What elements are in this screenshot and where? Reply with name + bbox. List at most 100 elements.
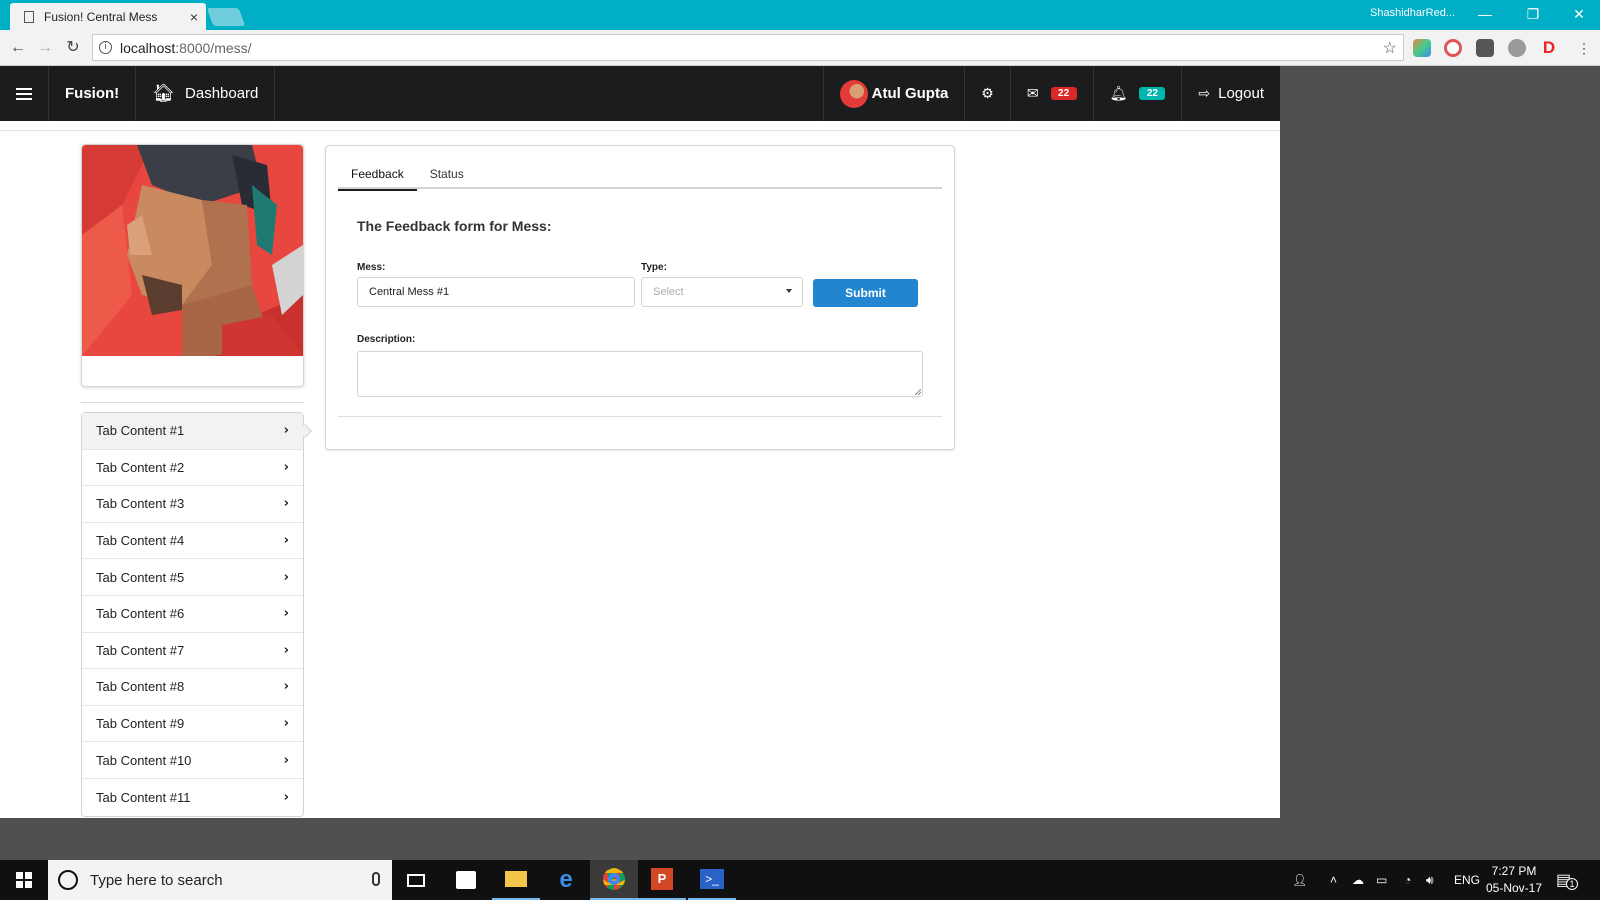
close-window-button[interactable]: ✕ (1564, 4, 1594, 24)
extension-keyhole-icon[interactable] (1476, 39, 1494, 57)
chevron-right-icon: › (283, 496, 289, 512)
resize-handle-icon[interactable] (915, 389, 921, 395)
action-center-icon: ▤ 1 (1556, 870, 1578, 890)
sidebar-item[interactable]: Tab Content #7 › (82, 633, 303, 670)
chevron-right-icon: › (283, 679, 289, 695)
header-divider (0, 130, 1280, 131)
edge-app[interactable]: e (542, 860, 590, 900)
submit-button[interactable]: Submit (813, 279, 918, 307)
sidebar-item[interactable]: Tab Content #2 › (82, 450, 303, 487)
tab-close-icon[interactable]: × (190, 9, 198, 25)
user-name: Atul Gupta (871, 85, 949, 102)
powerpoint-app[interactable]: P (638, 860, 686, 900)
sidebar-item-label: Tab Content #7 (96, 642, 185, 658)
bell-icon: 🔔︎ (1109, 85, 1128, 101)
notifications-link[interactable]: 🔔︎ 22 (1092, 66, 1182, 121)
tab-feedback[interactable]: Feedback (338, 159, 417, 191)
envelope-icon: ✉ (1026, 85, 1039, 101)
type-select[interactable]: Select (641, 277, 803, 307)
task-view-icon (407, 873, 425, 887)
address-bar[interactable]: i localhost:8000/mess/ ☆ (92, 34, 1404, 61)
avatar (839, 79, 868, 108)
back-arrow-icon[interactable]: ← (8, 38, 28, 58)
extension-heart-icon[interactable] (1413, 39, 1431, 57)
action-center-button[interactable]: ▤ 1 (1556, 860, 1578, 900)
sidebar-item-label: Tab Content #2 (96, 459, 185, 475)
sidebar-item[interactable]: Tab Content #5 › (82, 559, 303, 596)
chevron-right-icon: › (283, 459, 289, 475)
cortana-icon (58, 870, 78, 890)
task-view-button[interactable] (392, 860, 440, 900)
battery-icon[interactable]: ▭ (1376, 860, 1387, 900)
tab-status[interactable]: Status (417, 159, 477, 189)
wifi-icon[interactable]: ◔ (1404, 860, 1411, 900)
forward-arrow-icon[interactable]: → (35, 38, 55, 58)
taskbar-search[interactable]: Type here to search (48, 860, 392, 900)
search-placeholder: Type here to search (90, 871, 223, 889)
powershell-app[interactable]: >_ (688, 860, 736, 900)
messages-link[interactable]: ✉ 22 (1009, 66, 1093, 121)
sidebar-item[interactable]: Tab Content #3 › (82, 486, 303, 523)
clock[interactable]: 7:27 PM 05-Nov-17 (1484, 863, 1544, 897)
description-label: Description: (357, 334, 416, 345)
volume-icon[interactable]: 🔊︎ (1426, 860, 1434, 900)
chevron-up-icon[interactable]: ˄ (1330, 860, 1337, 900)
chevron-right-icon: › (283, 716, 289, 732)
dropdown-caret-icon (786, 289, 792, 293)
sign-out-icon: ⇨ (1198, 85, 1211, 101)
sidebar-item-label: Tab Content #10 (96, 752, 192, 768)
chevron-right-icon: › (283, 423, 289, 439)
store-app[interactable] (442, 860, 490, 900)
url-host: localhost (120, 39, 176, 56)
form-title: The Feedback form for Mess: (357, 218, 552, 234)
description-textarea[interactable] (357, 351, 923, 397)
restore-button[interactable]: ❐ (1518, 4, 1548, 24)
profile-picture (82, 145, 303, 356)
minimize-button[interactable]: — (1470, 4, 1500, 24)
store-icon (456, 871, 476, 889)
sidebar-item-label: Tab Content #11 (96, 789, 191, 805)
reload-icon[interactable]: ↻ (63, 38, 83, 58)
chrome-icon (603, 868, 625, 890)
browser-menu-icon[interactable]: ⋮ (1574, 38, 1594, 58)
sidebar-item-label: Tab Content #6 (96, 606, 185, 622)
people-icon[interactable]: 👤︎ (1292, 860, 1307, 900)
sidebar-item[interactable]: Tab Content #8 › (82, 669, 303, 706)
chevron-right-icon: › (283, 606, 289, 622)
start-button[interactable] (0, 860, 48, 900)
new-tab-button[interactable] (206, 8, 246, 26)
user-profile-link[interactable]: Atul Gupta (822, 66, 965, 121)
chevron-right-icon: › (283, 533, 289, 549)
clock-date: 05-Nov-17 (1485, 881, 1543, 895)
sidebar-item[interactable]: Tab Content #10 › (82, 742, 303, 779)
gears-icon: ⚙ (981, 85, 994, 101)
dashboard-link[interactable]: 🏠︎ Dashboard (136, 66, 276, 121)
onedrive-icon[interactable]: ☁ (1352, 860, 1364, 900)
settings-link[interactable]: ⚙ (964, 66, 1010, 121)
notifications-badge: 22 (1139, 87, 1166, 100)
mess-input[interactable]: Central Mess #1 (357, 277, 635, 307)
microphone-icon[interactable] (372, 872, 380, 886)
chrome-app[interactable] (590, 860, 638, 900)
browser-tab[interactable]: Fusion! Central Mess × (10, 3, 206, 30)
file-explorer-app[interactable] (492, 860, 540, 900)
sidebar-item[interactable]: Tab Content #6 › (82, 596, 303, 633)
menu-toggle[interactable] (0, 66, 49, 121)
logout-link[interactable]: ⇨ Logout (1181, 66, 1280, 121)
sidebar-item[interactable]: Tab Content #1 › (82, 413, 313, 450)
language-indicator[interactable]: ENG (1454, 860, 1480, 900)
extension-circle-icon[interactable] (1444, 39, 1462, 57)
sidebar-item[interactable]: Tab Content #9 › (82, 706, 303, 743)
profile-card (81, 144, 304, 387)
sidebar-item[interactable]: Tab Content #4 › (82, 523, 303, 560)
web-page: Fusion! 🏠︎ Dashboard Atul Gupta ⚙ ✉ 22 🔔… (0, 66, 1280, 818)
logout-label: Logout (1218, 85, 1264, 102)
dashboard-label: Dashboard (185, 85, 259, 102)
bookmark-star-icon[interactable]: ☆ (1383, 38, 1397, 58)
extension-d-icon[interactable]: D (1540, 39, 1558, 57)
brand-link[interactable]: Fusion! (49, 66, 137, 121)
extension-shield-icon[interactable] (1508, 39, 1526, 57)
sidebar-item[interactable]: Tab Content #11 › (82, 779, 303, 816)
info-icon[interactable]: i (99, 41, 112, 54)
browser-profile-name[interactable]: ShashidharRed... (1370, 7, 1455, 19)
